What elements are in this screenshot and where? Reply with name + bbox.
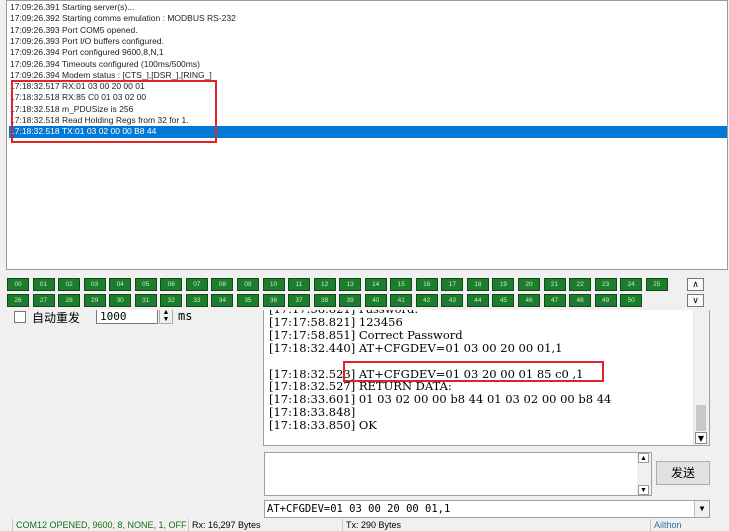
receive-line: [17:17:58.851] Correct Password bbox=[269, 327, 463, 342]
register-cell[interactable]: 50 bbox=[620, 294, 643, 307]
register-cell[interactable]: 08 bbox=[211, 278, 234, 291]
send-scrollbar[interactable]: ▲ ▼ bbox=[637, 453, 651, 495]
settings-panel bbox=[0, 300, 262, 518]
command-combobox[interactable]: AT+CFGDEV=01 03 00 20 00 01,1 ▼ bbox=[264, 500, 710, 518]
rx-count: Rx: 16,297 Bytes bbox=[188, 519, 261, 531]
status-bar: COM12 OPENED, 9600, 8, NONE, 1, OFF Rx: … bbox=[0, 519, 729, 531]
receive-line: [17:18:33.848] bbox=[269, 405, 356, 420]
dropdown-arrow-icon[interactable]: ▼ bbox=[694, 501, 709, 517]
register-cell[interactable]: 42 bbox=[415, 294, 438, 307]
register-cell[interactable]: 01 bbox=[32, 278, 55, 291]
log-line[interactable]: 17:09:26.393 Port I/O buffers configured… bbox=[9, 36, 727, 47]
interval-input[interactable]: 1000 bbox=[96, 308, 158, 324]
register-cell[interactable]: 21 bbox=[543, 278, 566, 291]
register-cell[interactable]: 07 bbox=[185, 278, 208, 291]
highlight-box-log bbox=[11, 80, 217, 143]
log-line[interactable]: 17:09:26.394 Port configured 9600,8,N,1 bbox=[9, 47, 727, 58]
register-cell[interactable]: 29 bbox=[83, 294, 106, 307]
register-cell[interactable]: 40 bbox=[364, 294, 387, 307]
scroll-down-arrow-icon[interactable]: ▼ bbox=[695, 432, 707, 444]
register-cell[interactable]: 09 bbox=[236, 278, 259, 291]
log-line[interactable]: 17:09:26.392 Starting comms emulation : … bbox=[9, 13, 727, 24]
register-cell[interactable]: 25 bbox=[645, 278, 668, 291]
register-cell[interactable]: 38 bbox=[313, 294, 336, 307]
register-cell[interactable]: 35 bbox=[236, 294, 259, 307]
receive-line: [17:18:32.440] AT+CFGDEV=01 03 00 20 00 … bbox=[269, 340, 563, 355]
register-cell[interactable]: 00 bbox=[7, 278, 29, 291]
register-cell[interactable]: 27 bbox=[32, 294, 55, 307]
register-cell[interactable]: 47 bbox=[543, 294, 566, 307]
log-line[interactable]: 17:09:26.393 Port COM5 opened. bbox=[9, 25, 727, 36]
register-cell[interactable]: 49 bbox=[594, 294, 617, 307]
register-cell[interactable]: 19 bbox=[492, 278, 515, 291]
auto-send-label: 自动重发 bbox=[32, 310, 81, 325]
scroll-thumb[interactable] bbox=[696, 405, 706, 431]
register-cell[interactable]: 46 bbox=[518, 294, 540, 307]
receive-line: [17:17:58.821] 123456 bbox=[269, 314, 403, 329]
register-cell[interactable]: 18 bbox=[466, 278, 489, 291]
register-cell[interactable]: 15 bbox=[390, 278, 413, 291]
receive-scrollbar[interactable]: ▼ bbox=[693, 301, 709, 445]
receive-line: [17:18:33.601] 01 03 02 00 00 b8 44 01 0… bbox=[269, 392, 612, 407]
register-cell[interactable]: 31 bbox=[134, 294, 157, 307]
register-cell[interactable]: 04 bbox=[109, 278, 132, 291]
register-cell[interactable]: 22 bbox=[569, 278, 592, 291]
register-cell[interactable]: 12 bbox=[313, 278, 336, 291]
register-cell[interactable]: 43 bbox=[441, 294, 464, 307]
register-cell[interactable]: 13 bbox=[339, 278, 362, 291]
page-down-button[interactable]: ∨ bbox=[687, 294, 704, 307]
register-cell[interactable]: 45 bbox=[492, 294, 515, 307]
register-cell[interactable]: 11 bbox=[288, 278, 311, 291]
register-cell[interactable]: 23 bbox=[594, 278, 617, 291]
send-text-area[interactable]: ▲ ▼ bbox=[264, 452, 652, 496]
auto-send-row: 自动重发 bbox=[14, 309, 80, 325]
log-line[interactable]: 17:09:26.391 Starting server(s)... bbox=[9, 2, 727, 13]
register-cell[interactable]: 34 bbox=[211, 294, 234, 307]
register-cell[interactable]: 33 bbox=[185, 294, 208, 307]
register-cell[interactable]: 03 bbox=[83, 278, 106, 291]
highlight-box-sent-command bbox=[343, 361, 604, 382]
register-cell[interactable]: 30 bbox=[109, 294, 132, 307]
command-value: AT+CFGDEV=01 03 00 20 00 01,1 bbox=[267, 503, 451, 515]
register-cell[interactable]: 17 bbox=[441, 278, 464, 291]
register-cell[interactable]: 28 bbox=[58, 294, 81, 307]
send-button[interactable]: 发送 bbox=[656, 461, 710, 485]
auto-send-checkbox[interactable] bbox=[14, 311, 26, 323]
register-cell[interactable]: 24 bbox=[620, 278, 643, 291]
tx-count: Tx: 290 Bytes bbox=[342, 519, 401, 531]
scroll-up-arrow-icon[interactable]: ▲ bbox=[638, 453, 649, 463]
scroll-down-arrow-icon[interactable]: ▼ bbox=[638, 485, 649, 495]
log-line[interactable]: 17:09:26.394 Timeouts configured (100ms/… bbox=[9, 59, 727, 70]
register-cell[interactable]: 06 bbox=[160, 278, 183, 291]
register-cell[interactable]: 10 bbox=[262, 278, 285, 291]
register-cell[interactable]: 14 bbox=[364, 278, 387, 291]
register-cell[interactable]: 02 bbox=[58, 278, 81, 291]
register-cell[interactable]: 26 bbox=[7, 294, 29, 307]
receive-line: [17:18:33.850] OK bbox=[269, 418, 377, 433]
register-cell[interactable]: 48 bbox=[569, 294, 592, 307]
register-cell[interactable]: 37 bbox=[288, 294, 311, 307]
register-cell[interactable]: 16 bbox=[415, 278, 438, 291]
modbus-slave-window: 17:09:26.391 Starting server(s)... 17:09:… bbox=[0, 0, 729, 310]
interval-unit-label: ms bbox=[178, 309, 193, 323]
page-up-button[interactable]: ∧ bbox=[687, 278, 704, 291]
register-cell[interactable]: 41 bbox=[390, 294, 413, 307]
register-cell[interactable]: 36 bbox=[262, 294, 285, 307]
interval-spinner[interactable]: ▲ ▼ bbox=[159, 308, 173, 324]
register-cell[interactable]: 39 bbox=[339, 294, 362, 307]
register-cell[interactable]: 05 bbox=[134, 278, 157, 291]
register-cell[interactable]: 20 bbox=[518, 278, 540, 291]
brand-label: Ailthon bbox=[650, 519, 682, 531]
register-cell[interactable]: 32 bbox=[160, 294, 183, 307]
register-cell[interactable]: 44 bbox=[466, 294, 489, 307]
port-status: COM12 OPENED, 9600, 8, NONE, 1, OFF bbox=[12, 519, 187, 531]
